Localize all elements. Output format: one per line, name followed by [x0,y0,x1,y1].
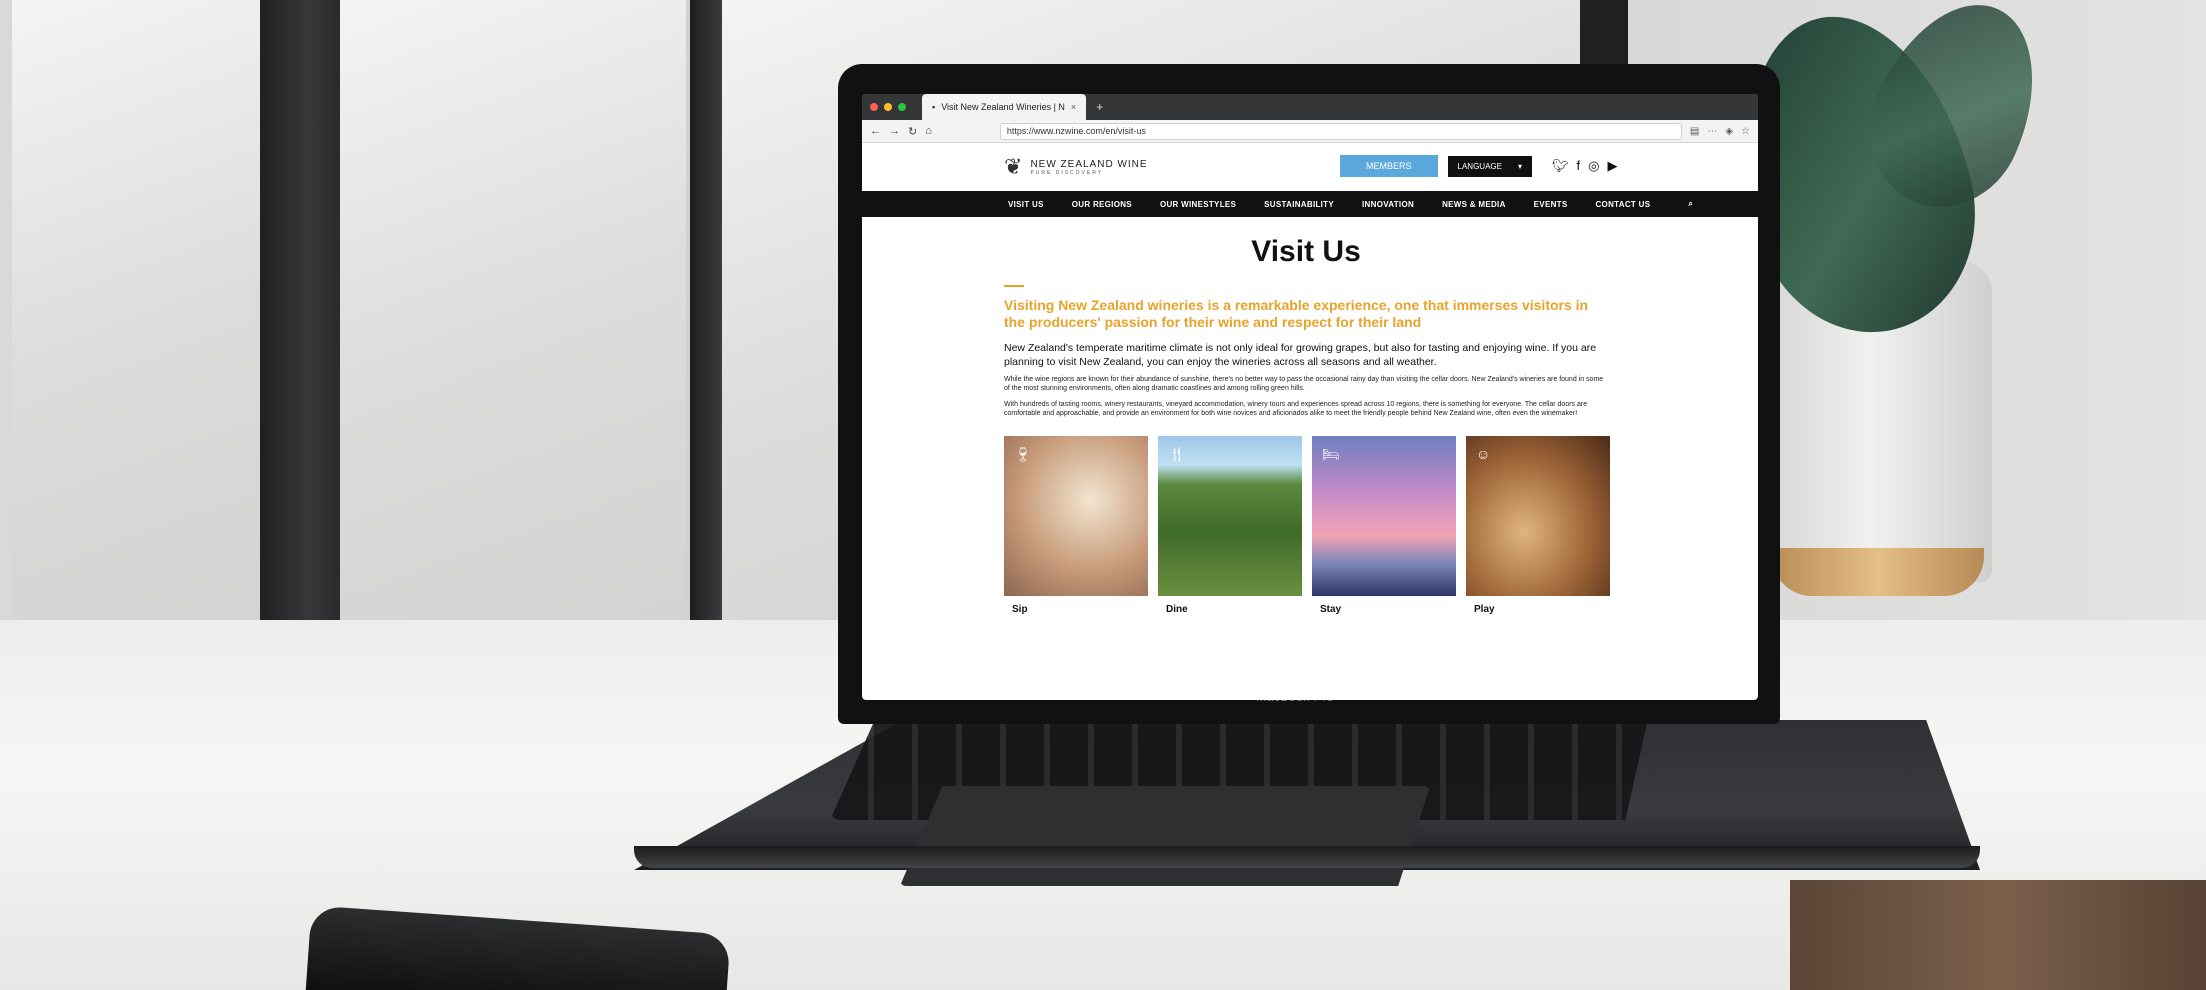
intro-paragraph: New Zealand's temperate maritime climate… [1004,342,1597,368]
tile-image[interactable]: ☺ [1466,436,1610,596]
header-actions: MEMBERS LANGUAGE ▾ 🐦︎ f ◎ ▶ [1340,155,1617,177]
instagram-icon[interactable]: ◎ [1588,158,1599,174]
plant-pot-base [1772,548,1984,596]
nav-innovation[interactable]: INNOVATION [1362,200,1414,209]
fern-logo-icon: ❦ [1004,154,1023,179]
page-title: Visit Us [1251,235,1361,268]
tile-image[interactable]: 🍷︎ [1004,436,1148,596]
bookmark-star-icon[interactable]: ☆ [1741,126,1750,137]
page-content: Visit Us Visiting New Zealand wineries i… [862,235,1758,615]
experience-tiles: 🍷︎ Sip 🍴︎ Dine 🛏︎ Stay ☺ Play [1004,436,1610,615]
browser-tab-bar: ▪ Visit New Zealand Wineries | N × + [862,94,1758,120]
search-icon[interactable]: ⌕ [1688,199,1693,209]
laptop-trackpad [900,786,1430,886]
tile-label[interactable]: Dine [1166,604,1302,615]
room-scene: MacBook Pro ▪ Visit New Zealand Wineries… [0,0,2206,990]
minimize-window-button[interactable] [884,103,892,111]
cutlery-icon: 🍴︎ [1168,446,1186,462]
youtube-icon[interactable]: ▶ [1607,158,1617,174]
wine-glass-icon: 🍷︎ [1014,446,1032,462]
site-logo[interactable]: ❦ NEW ZEALAND WINE PURE DISCOVERY [1004,154,1148,180]
tile-label[interactable]: Play [1474,604,1610,615]
window-frame [690,0,722,690]
url-text: https://www.nzwine.com/en/visit-us [1006,126,1146,136]
tile-image[interactable]: 🛏︎ [1312,436,1456,596]
back-arrow-icon[interactable]: ← [870,125,881,137]
nav-contact-us[interactable]: CONTACT US [1595,200,1650,209]
facebook-icon[interactable]: f [1577,158,1581,174]
nav-our-winestyles[interactable]: OUR WINESTYLES [1160,200,1236,209]
tab-favicon-icon: ▪ [932,102,936,112]
social-links: 🐦︎ f ◎ ▶ [1552,158,1617,174]
tab-title: Visit New Zealand Wineries | N [941,102,1065,112]
body-paragraph: With hundreds of tasting rooms, winery r… [1004,401,1588,417]
accent-divider [1004,285,1024,287]
nav-news-media[interactable]: NEWS & MEDIA [1442,200,1506,209]
language-dropdown[interactable]: LANGUAGE ▾ [1447,155,1532,177]
laptop-front-edge [634,846,1980,868]
tile-image[interactable]: 🍴︎ [1158,436,1302,596]
lead-paragraph: Visiting New Zealand wineries is a remar… [1004,297,1589,330]
reload-icon[interactable]: ↻ [908,125,917,138]
more-options-icon[interactable]: ⋯ [1707,126,1717,137]
twitter-icon[interactable]: 🐦︎ [1552,158,1569,174]
tile-sip[interactable]: 🍷︎ Sip [1004,436,1148,615]
site-header: ❦ NEW ZEALAND WINE PURE DISCOVERY MEMBER… [862,143,1758,191]
nav-our-regions[interactable]: OUR REGIONS [1072,200,1132,209]
bed-icon: 🛏︎ [1322,446,1340,462]
nav-visit-us[interactable]: VISIT US [1008,200,1044,209]
address-bar[interactable]: https://www.nzwine.com/en/visit-us [999,122,1682,140]
nav-sustainability[interactable]: SUSTAINABILITY [1264,200,1334,209]
browser-tools: ▤ ⋯ ◈ ☆ [1690,126,1750,137]
browser-toolbar: ← → ↻ ⌂ https://www.nzwine.com/en/visit-… [862,120,1758,143]
body-paragraph: While the wine regions are known for the… [1004,376,1604,392]
logo-title: NEW ZEALAND WINE [1030,158,1148,170]
new-tab-button[interactable]: + [1096,100,1103,114]
language-label: LANGUAGE [1457,161,1502,171]
shield-icon[interactable]: ◈ [1725,126,1733,137]
cabinet [1790,880,2206,990]
tile-label[interactable]: Sip [1012,604,1148,615]
tile-label[interactable]: Stay [1320,604,1456,615]
members-button[interactable]: MEMBERS [1340,155,1438,177]
caret-down-icon: ▾ [1517,161,1522,171]
forward-arrow-icon[interactable]: → [889,125,900,137]
home-icon[interactable]: ⌂ [925,125,932,137]
laptop-screen: ▪ Visit New Zealand Wineries | N × + ← →… [862,94,1758,700]
tile-stay[interactable]: 🛏︎ Stay [1312,436,1456,615]
browser-tab[interactable]: ▪ Visit New Zealand Wineries | N × [922,94,1087,120]
tile-play[interactable]: ☺ Play [1466,436,1610,615]
smile-icon: ☺ [1476,446,1491,462]
tile-dine[interactable]: 🍴︎ Dine [1158,436,1302,615]
logo-subtitle: PURE DISCOVERY [1030,169,1104,176]
main-navigation: VISIT US OUR REGIONS OUR WINESTYLES SUST… [862,191,1758,217]
reader-view-icon[interactable]: ▤ [1690,126,1699,137]
tab-close-icon[interactable]: × [1071,102,1076,112]
maximize-window-button[interactable] [898,103,906,111]
nav-events[interactable]: EVENTS [1534,200,1568,209]
close-window-button[interactable] [870,103,878,111]
